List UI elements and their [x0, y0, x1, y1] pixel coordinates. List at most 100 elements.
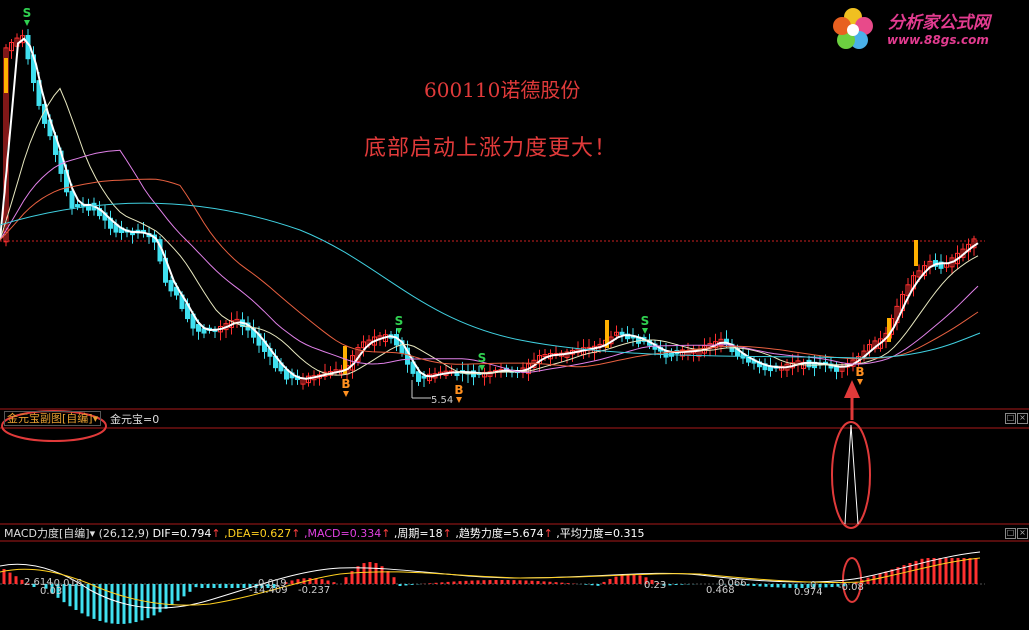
macd-histogram-bar	[518, 580, 522, 584]
macd-histogram-bar	[668, 584, 672, 586]
macd-histogram-bar	[500, 580, 504, 584]
candle-body	[619, 331, 625, 335]
restore-icon[interactable]: □	[1005, 413, 1016, 424]
macd-histogram-bar	[386, 571, 390, 584]
macd-histogram-bar	[770, 584, 774, 588]
macd-histogram-bar	[368, 562, 372, 584]
macd-histogram-bar	[188, 584, 192, 592]
macd-histogram-bar	[146, 584, 150, 619]
macd-histogram-bar	[194, 584, 198, 588]
slogan-text: 底部启动上涨力度更大！	[364, 136, 618, 161]
macd-histogram-bar	[218, 584, 222, 588]
sub-panel-menu[interactable]: 金元宝副图[自编]▾	[4, 411, 102, 426]
macd-histogram-bar	[962, 558, 966, 584]
signal-label: S	[641, 314, 650, 328]
macd-histogram-bar	[488, 580, 492, 584]
macd-histogram-bar	[434, 582, 438, 584]
signal-label: S	[478, 351, 487, 365]
macd-histogram-bar	[614, 576, 618, 584]
macd-histogram-bar	[536, 581, 540, 584]
macd-histogram-bar	[506, 580, 510, 584]
arrow-down-icon	[24, 20, 30, 26]
macd-period: ,周期=18	[393, 527, 443, 540]
flower-logo-icon	[833, 8, 873, 49]
sub-panel-name: 金元宝副图[自编]	[7, 412, 93, 425]
close-icon[interactable]: ×	[1017, 413, 1028, 424]
macd-histogram-bar	[512, 580, 516, 584]
macd-histogram-bar	[482, 580, 486, 584]
sub-panel-value: 金元宝=0	[110, 413, 160, 426]
close-icon[interactable]: ×	[1017, 528, 1028, 539]
macd-value: ,MACD=0.334	[304, 527, 382, 540]
annotation-circle	[831, 421, 871, 529]
macd-trend: ,趋势力度=5.674	[455, 527, 544, 540]
macd-histogram-bar	[374, 563, 378, 584]
macd-histogram-bar	[884, 571, 888, 584]
restore-icon[interactable]: □	[1005, 528, 1016, 539]
macd-histogram-bar	[212, 584, 216, 588]
macd-dif: DIF=0.794	[152, 527, 212, 540]
macd-histogram-bar	[542, 581, 546, 584]
macd-histogram-bar	[140, 584, 144, 621]
macd-histogram-bar	[554, 582, 558, 584]
arrow-down-icon	[642, 328, 648, 334]
macd-histogram-bar	[470, 580, 474, 584]
signal-label: B	[855, 365, 864, 379]
macd-histogram-bar	[602, 581, 606, 584]
arrow-up-icon	[844, 380, 860, 398]
triangle-down-icon: ▾	[92, 412, 99, 425]
price-low-label: 5.54	[431, 395, 454, 406]
macd-value-label: -14.409	[249, 585, 288, 596]
macd-histogram-bar	[452, 581, 456, 584]
macd-histogram-bar	[752, 584, 756, 586]
signal-bar	[4, 58, 8, 93]
macd-histogram-bar	[98, 584, 102, 621]
macd-histogram-bar	[626, 574, 630, 584]
up-arrow-icon: ↑	[381, 527, 391, 540]
ma-line-magenta	[0, 149, 979, 373]
triangle-down-icon[interactable]: ▾	[90, 527, 99, 540]
arrow-down-icon	[343, 391, 349, 397]
macd-histogram-bar	[620, 574, 624, 584]
macd-histogram-bar	[632, 574, 636, 584]
macd-histogram-bar	[608, 579, 612, 584]
macd-histogram-bar	[968, 558, 972, 584]
macd-histogram-bar	[524, 580, 528, 584]
macd-histogram-bar	[932, 558, 936, 584]
macd-histogram-bar	[938, 558, 942, 584]
macd-histogram-bar	[476, 580, 480, 584]
signal-label: S	[23, 6, 32, 20]
macd-histogram-bar	[494, 580, 498, 584]
macd-histogram-bar	[638, 575, 642, 584]
signal-spike	[844, 424, 859, 525]
macd-histogram-bar	[326, 580, 330, 584]
signal-label: B	[454, 383, 463, 397]
macd-histogram-bar	[308, 578, 312, 584]
up-arrow-icon: ↑	[543, 527, 553, 540]
macd-histogram-bar	[746, 584, 750, 586]
macd-histogram-bar	[182, 584, 186, 597]
macd-histogram-bar	[344, 577, 348, 584]
macd-histogram-bar	[548, 581, 552, 584]
stock-title: 600110诺德股份	[424, 78, 581, 102]
macd-histogram-bar	[674, 584, 678, 585]
macd-histogram-bar	[824, 584, 828, 588]
signal-bar	[887, 318, 891, 342]
macd-histogram-bar	[128, 584, 132, 624]
macd-histogram-bar	[134, 584, 138, 623]
macd-name[interactable]: MACD力度[自编]	[4, 527, 90, 540]
macd-histogram-bar	[458, 581, 462, 584]
macd-histogram-bar	[110, 584, 114, 624]
macd-histogram-bar	[566, 583, 570, 584]
macd-value-label: 0.974	[794, 587, 823, 598]
logo-url-text: www.88gs.com	[887, 33, 989, 47]
macd-histogram-bar	[590, 584, 594, 586]
macd-histogram-bar	[830, 584, 834, 588]
macd-histogram-bar	[206, 584, 210, 588]
macd-histogram-bar	[332, 582, 336, 584]
arrow-down-icon	[857, 379, 863, 385]
macd-histogram-bar	[224, 584, 228, 588]
macd-histogram-bar	[392, 577, 396, 584]
macd-histogram-bar	[290, 580, 294, 584]
macd-histogram-bar	[230, 584, 234, 588]
